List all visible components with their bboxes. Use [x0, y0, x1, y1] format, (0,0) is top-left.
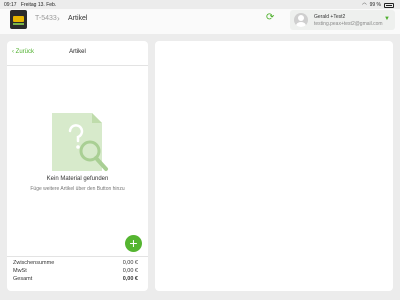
avatar: [294, 13, 308, 27]
chevron-right-icon: ›: [57, 14, 60, 23]
summary-value: 0,00 €: [122, 260, 138, 266]
add-article-button[interactable]: +: [125, 235, 142, 252]
refresh-icon[interactable]: ⟳: [266, 13, 276, 23]
divider: [7, 65, 148, 66]
app-logo[interactable]: [10, 10, 27, 29]
user-name: Gerald +Test2: [314, 14, 346, 20]
summary-value: 0,00 €: [122, 276, 138, 282]
battery-icon: [384, 2, 394, 8]
status-bar: 09:17 Freitag 13. Feb. ◠ 99 %: [0, 0, 400, 9]
panel-title: Artikel: [69, 49, 86, 55]
status-battery-percent: 99 %: [369, 2, 381, 8]
breadcrumb-current: Artikel: [68, 15, 88, 22]
articles-panel: ‹ Zurück Artikel Kein Material gefunden …: [7, 41, 148, 291]
user-menu[interactable]: Gerald +Test2 testing.peax+test2@gmail.c…: [290, 10, 395, 30]
breadcrumb-order[interactable]: T-5433: [35, 15, 57, 22]
empty-state-hint: Füge weitere Artikel über den Button hin…: [30, 186, 125, 192]
summary-label: Gesamt: [13, 276, 33, 282]
chevron-down-icon: ▼: [384, 16, 390, 22]
summary-row-vat: MwSt 0,00 €: [13, 268, 142, 274]
empty-state-title: Kein Material gefunden: [46, 176, 109, 182]
summary-label: Zwischensumme: [13, 260, 55, 266]
empty-material-icon: [52, 113, 108, 171]
divider: [7, 256, 148, 257]
detail-panel: [155, 41, 393, 291]
summary-row-total: Gesamt 0,00 €: [13, 276, 142, 282]
wifi-icon: ◠: [362, 2, 367, 8]
summary-row-subtotal: Zwischensumme 0,00 €: [13, 260, 142, 266]
summary-value: 0,00 €: [122, 268, 138, 274]
user-email: testing.peax+test2@gmail.com: [314, 21, 383, 27]
status-date: Freitag 13. Feb.: [20, 2, 57, 8]
status-time: 09:17: [4, 2, 17, 8]
summary-label: MwSt: [13, 268, 27, 274]
